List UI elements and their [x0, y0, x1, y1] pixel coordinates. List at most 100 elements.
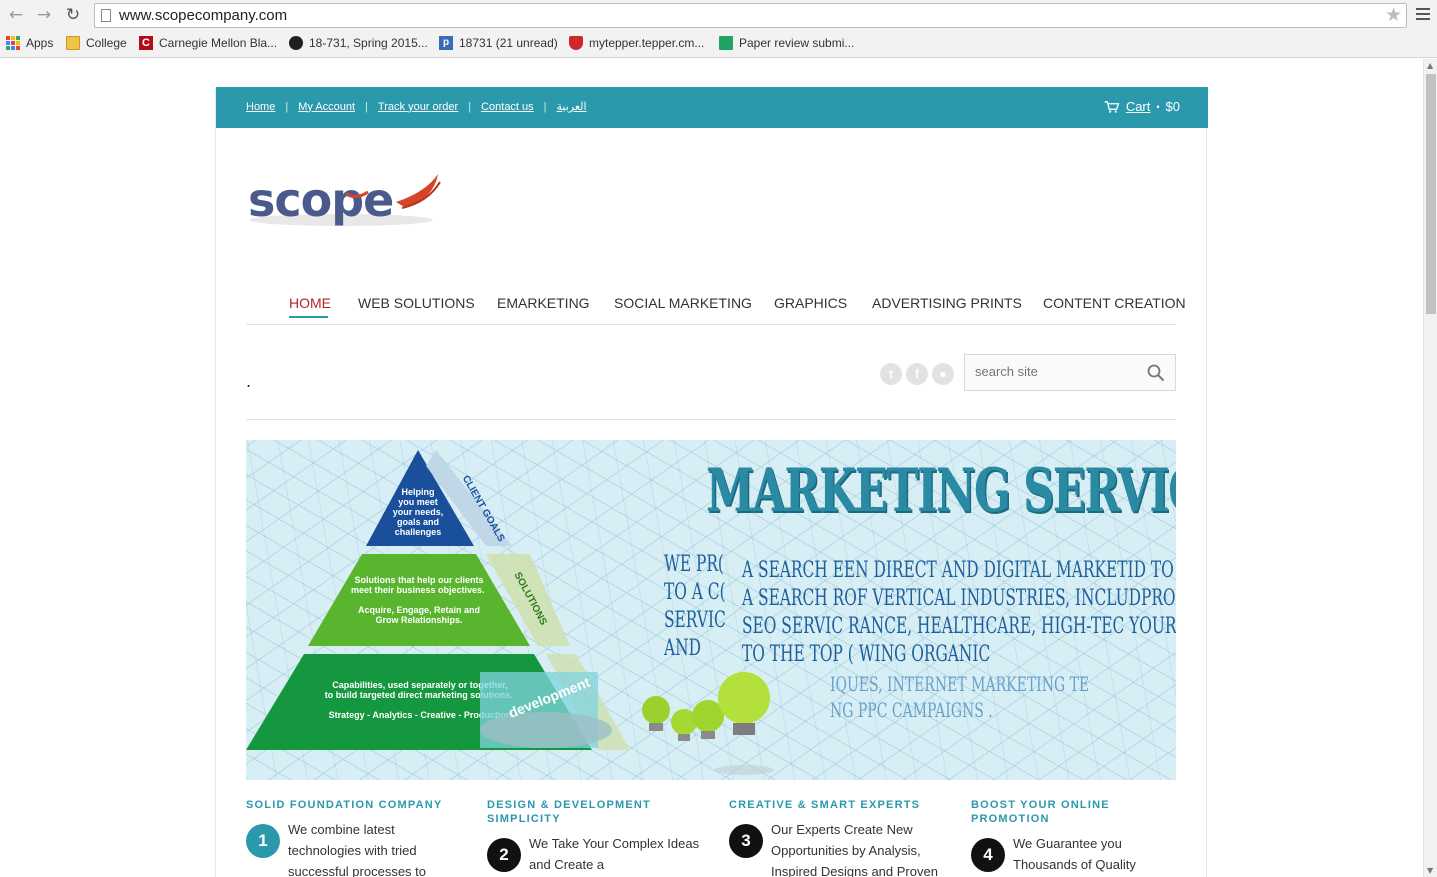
twitter-icon[interactable]: t — [880, 363, 902, 385]
main-navigation: HOME WEB SOLUTIONS EMARKETING SOCIAL MAR… — [246, 277, 1186, 325]
feature-title: CREATIVE & SMART EXPERTS — [729, 799, 921, 811]
separator: | — [365, 100, 368, 113]
scroll-down-arrow-icon[interactable]: ▼ — [1427, 866, 1433, 875]
cart-link[interactable]: Cart — [1126, 99, 1151, 114]
banner-line-left: TO A C( — [664, 580, 726, 605]
bookmark-paper-review[interactable]: Paper review submi... — [719, 36, 854, 50]
banner-line-mid: TO THE TOP ( WING ORGANIC — [742, 642, 991, 667]
top-link-track-order[interactable]: Track your order — [378, 101, 458, 113]
feature-text: We combine latest technologies with trie… — [288, 822, 427, 877]
url-text[interactable]: www.scopecompany.com — [119, 7, 287, 24]
nav-advertising-prints[interactable]: ADVERTISING PRINTS — [872, 295, 1022, 311]
social-icons: t f ● — [880, 363, 954, 385]
top-link-my-account[interactable]: My Account — [298, 101, 355, 113]
address-bar[interactable]: www.scopecompany.com ★ — [94, 3, 1407, 28]
back-arrow-icon[interactable]: ← — [6, 5, 26, 25]
feature-text: Our Experts Create New Opportunities by … — [771, 822, 938, 877]
top-links: Home | My Account | Track your order | C… — [246, 100, 587, 114]
feature-number-badge: 2 — [487, 838, 521, 872]
browser-toolbar: ← → ↻ www.scopecompany.com ★ Apps Colleg… — [0, 0, 1437, 58]
search-box — [964, 354, 1176, 391]
search-input[interactable] — [975, 364, 1145, 379]
lightbulb-illustration — [642, 672, 774, 775]
chrome-menu-icon[interactable] — [1416, 8, 1430, 23]
nav-home[interactable]: HOME — [289, 295, 331, 311]
forward-arrow-icon[interactable]: → — [34, 5, 54, 25]
cart-icon — [1104, 100, 1120, 113]
decorative-dot: . — [246, 372, 252, 391]
cart-separator: • — [1156, 101, 1160, 112]
logo-text: scope — [248, 173, 393, 227]
separator: | — [543, 100, 547, 113]
bookmark-label: mytepper.tepper.cm... — [589, 36, 705, 50]
banner-line-mid: A SEARCH EEN DIRECT AND DIGITAL MARKETID… — [742, 558, 1176, 583]
bookmark-label: Carnegie Mellon Bla... — [159, 36, 278, 50]
active-nav-underline — [289, 316, 328, 318]
top-bar: Home | My Account | Track your order | C… — [216, 87, 1208, 128]
tepper-icon — [289, 36, 303, 50]
feature-number-badge: 4 — [971, 838, 1005, 872]
bookmark-label: 18-731, Spring 2015... — [309, 36, 428, 50]
piazza-icon: p — [439, 36, 453, 50]
nav-content-creation[interactable]: CONTENT CREATION — [1043, 295, 1186, 311]
banner-heading: MARKETING SERVICES — [706, 456, 1176, 526]
rss-icon[interactable]: ● — [932, 363, 954, 385]
banner-line-left: AND — [664, 636, 701, 661]
bookmark-star-icon[interactable]: ★ — [1385, 4, 1402, 26]
banner-line-left: SERVIC — [664, 608, 726, 633]
bookmark-18-731[interactable]: 18-731, Spring 2015... — [289, 36, 428, 50]
page-viewport: Home | My Account | Track your order | C… — [0, 59, 1423, 877]
bookmark-label: Apps — [26, 36, 54, 50]
nav-social-marketing[interactable]: SOCIAL MARKETING — [614, 295, 752, 311]
feature-text: We Guarantee you Thousands of Quality — [1013, 836, 1136, 872]
bookmark-carnegie-mellon[interactable]: C Carnegie Mellon Bla... — [139, 36, 277, 50]
banner-line-mid: A SEARCH ROF VERTICAL INDUSTRIES, INCLUD… — [742, 586, 1176, 611]
nav-web-solutions[interactable]: WEB SOLUTIONS — [358, 295, 475, 311]
feature-column: CREATIVE & SMART EXPERTS 3 Our Experts C… — [729, 798, 949, 877]
cmu-icon: C — [139, 36, 153, 50]
bookmark-label: College — [86, 36, 127, 50]
feature-number-badge: 1 — [246, 824, 280, 858]
page-icon — [101, 9, 111, 22]
bookmarks-bar: Apps College C Carnegie Mellon Bla... 18… — [0, 32, 1437, 54]
scroll-up-arrow-icon[interactable]: ▲ — [1427, 61, 1433, 70]
vertical-scrollbar[interactable]: ▲ ▼ — [1423, 59, 1437, 877]
banner-line-small: NG PPC CAMPAIGNS . — [830, 698, 993, 722]
sheet-icon — [719, 36, 733, 50]
bookmark-piazza[interactable]: p 18731 (21 unread) — [439, 36, 558, 50]
top-link-home[interactable]: Home — [246, 101, 275, 113]
feature-column: SOLID FOUNDATION COMPANY 1 We combine la… — [246, 798, 466, 877]
reload-icon[interactable]: ↻ — [63, 5, 83, 25]
search-icon[interactable] — [1147, 364, 1165, 382]
marketing-banner[interactable]: CLIENT GOALS Helping you meet your needs, g… — [246, 440, 1176, 780]
separator: | — [468, 100, 472, 113]
top-link-arabic[interactable]: العربية — [557, 100, 587, 113]
nav-emarketing[interactable]: EMARKETING — [497, 295, 590, 311]
scrollbar-thumb[interactable] — [1426, 74, 1436, 314]
feature-text: We Take Your Complex Ideas and Create a — [529, 836, 700, 872]
site-container: Home | My Account | Track your order | C… — [215, 87, 1208, 877]
cart-total: $0 — [1165, 99, 1180, 114]
divider — [246, 419, 1176, 420]
banner-line-small: IQUES, INTERNET MARKETING TE — [830, 672, 1090, 696]
bookmark-mytepper[interactable]: mytepper.tepper.cm... — [569, 36, 704, 50]
banner-line-left: WE PR( — [664, 552, 724, 577]
scope-logo[interactable]: scope — [246, 172, 446, 242]
feature-title: SOLID FOUNDATION COMPANY — [246, 799, 443, 811]
banner-line-mid: SEO SERVIC RANCE, HEALTHCARE, HIGH-TEC Y… — [742, 614, 1176, 639]
cart[interactable]: Cart • $0 — [1104, 99, 1180, 114]
facebook-icon[interactable]: f — [906, 363, 928, 385]
bookmark-college[interactable]: College — [66, 36, 127, 50]
shield-icon — [569, 36, 583, 50]
nav-graphics[interactable]: GRAPHICS — [774, 295, 847, 311]
folder-icon — [66, 36, 80, 50]
apps-icon — [6, 36, 20, 50]
feature-title: DESIGN & DEVELOPMENT SIMPLICITY — [487, 799, 651, 825]
bookmark-apps[interactable]: Apps — [6, 36, 53, 50]
bookmark-label: 18731 (21 unread) — [459, 36, 558, 50]
top-link-contact-us[interactable]: Contact us — [481, 101, 534, 113]
feature-column: DESIGN & DEVELOPMENT SIMPLICITY 2 We Tak… — [487, 798, 707, 872]
feature-column: BOOST YOUR ONLINE PROMOTION 4 We Guarant… — [971, 798, 1191, 872]
feature-title: BOOST YOUR ONLINE PROMOTION — [971, 799, 1110, 825]
bookmark-label: Paper review submi... — [739, 36, 855, 50]
